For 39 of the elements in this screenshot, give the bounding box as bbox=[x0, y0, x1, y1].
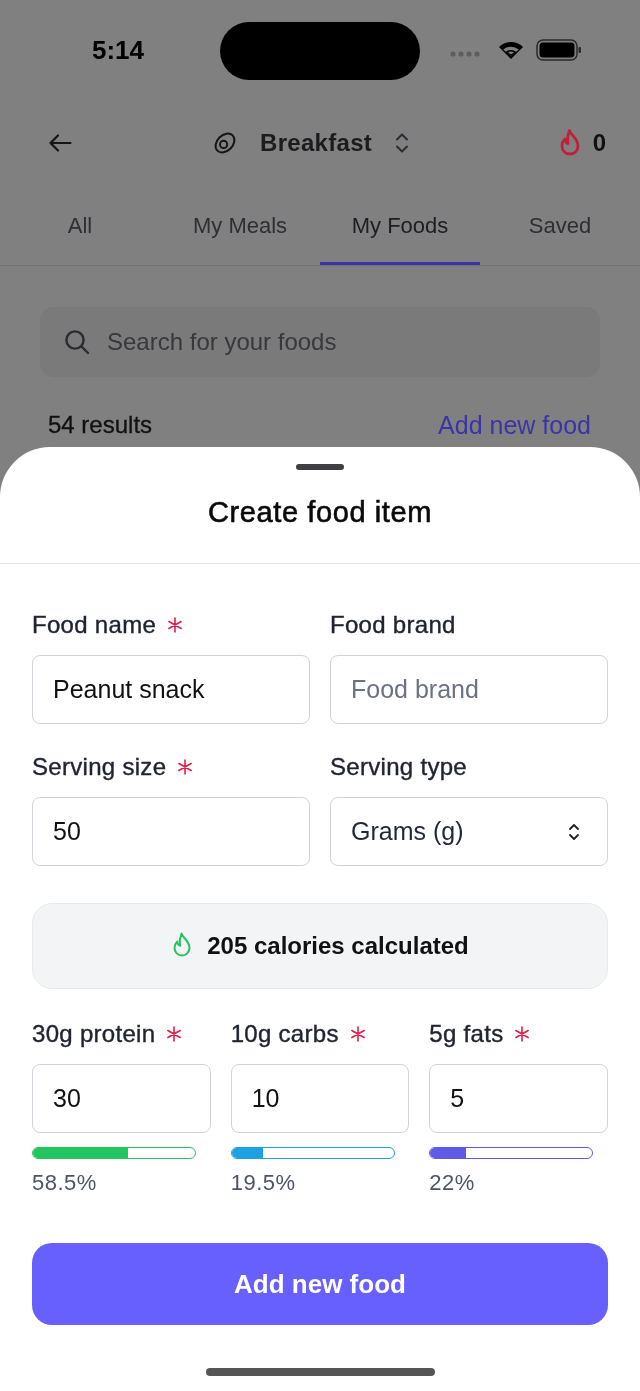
macro-input[interactable]: 5 bbox=[429, 1064, 608, 1133]
tab[interactable]: My Foods bbox=[320, 186, 480, 265]
percent-text: 22% bbox=[429, 1171, 475, 1195]
macro-label: 30g protein bbox=[32, 1020, 156, 1048]
macro-input[interactable]: 10 bbox=[230, 1064, 410, 1133]
field-label: Food brand bbox=[330, 611, 456, 639]
wifi-icon bbox=[498, 40, 524, 60]
text-field[interactable]: Peanut snack bbox=[32, 655, 310, 724]
calories-text: 205 calories calculated bbox=[207, 932, 469, 960]
sheet-title: Create food item bbox=[208, 495, 432, 530]
percent-text: 58.5% bbox=[32, 1171, 97, 1195]
tab[interactable]: My Meals bbox=[160, 186, 320, 265]
avocado-icon bbox=[213, 131, 237, 155]
chevron-up-down-icon bbox=[395, 131, 410, 155]
tab[interactable]: Saved bbox=[480, 186, 640, 265]
sheet-handle[interactable] bbox=[296, 464, 344, 470]
chevron-up-down-icon bbox=[568, 821, 580, 842]
macro-label: 10g carbs bbox=[230, 1020, 339, 1048]
select-field[interactable]: Grams (g) bbox=[330, 797, 608, 866]
text-field[interactable]: Food brand bbox=[330, 655, 608, 724]
field-label: Serving size bbox=[32, 753, 167, 781]
search-field[interactable]: Search for your foods bbox=[40, 307, 600, 377]
macro-input[interactable]: 30 bbox=[32, 1064, 211, 1133]
battery-icon bbox=[536, 39, 582, 61]
signal-icon bbox=[450, 51, 480, 57]
macro-label: 5g fats bbox=[429, 1020, 504, 1048]
search-icon bbox=[64, 329, 90, 355]
percent-text: 19.5% bbox=[230, 1171, 296, 1195]
add-food-button[interactable]: Add new food bbox=[32, 1243, 608, 1325]
meal-selector[interactable]: Breakfast bbox=[213, 129, 410, 157]
streak-count: 0 bbox=[592, 129, 606, 157]
field-label: Food name bbox=[32, 611, 157, 639]
add-new-food-link[interactable]: Add new food bbox=[438, 410, 591, 440]
field-label: Serving type bbox=[330, 753, 467, 781]
status-time: 5:14 bbox=[90, 34, 144, 66]
tab[interactable]: All bbox=[0, 186, 160, 265]
text-field[interactable]: 50 bbox=[32, 797, 310, 866]
back-arrow-icon[interactable] bbox=[48, 133, 72, 153]
results-count: 54 results bbox=[48, 411, 153, 439]
